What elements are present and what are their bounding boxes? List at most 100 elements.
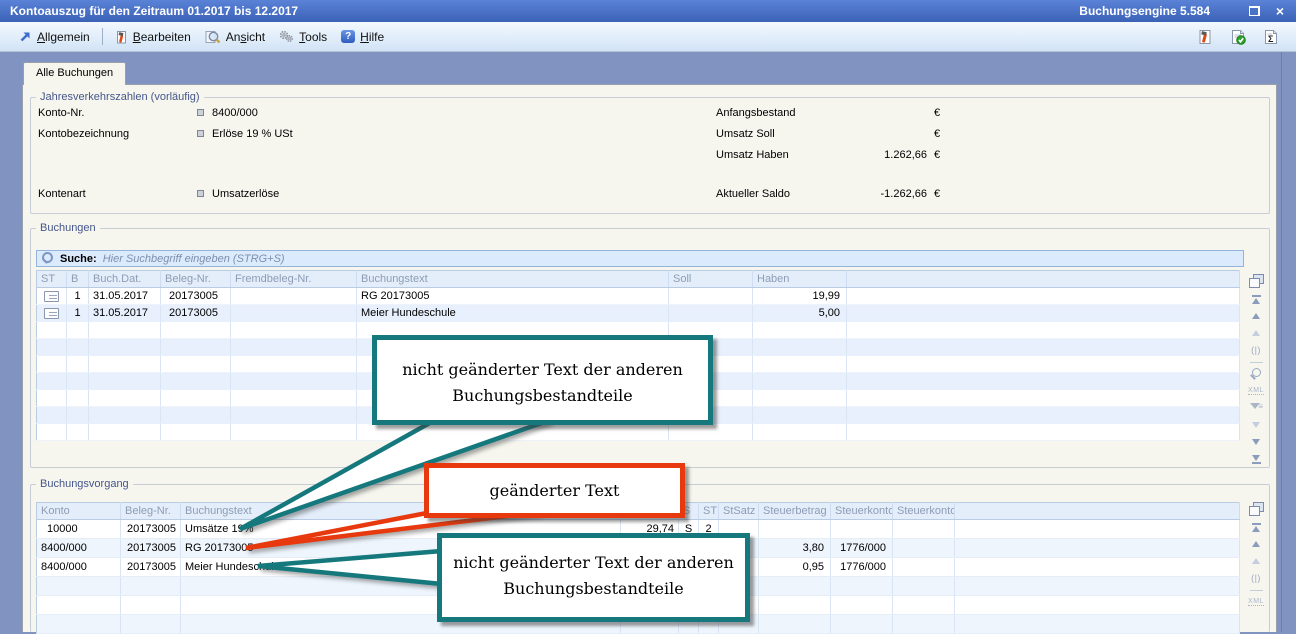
step-up-icon[interactable] [1247,555,1265,567]
move-up-icon[interactable] [1247,310,1265,322]
titlebar: Kontoauszug für den Zeitraum 01.2017 bis… [0,0,1296,22]
column-header-stsatz[interactable]: StSatz [719,503,759,520]
cell-konto: 8400/000 [37,558,121,577]
column-header-st[interactable]: ST [37,271,67,288]
column-header-belegnr[interactable]: Beleg-Nr. [161,271,231,288]
cell-steuerbetrag: 0,95 [759,558,831,577]
copy-columns-icon[interactable] [1249,502,1264,516]
restore-button[interactable] [1246,4,1262,19]
move-up-icon[interactable] [1247,538,1265,550]
currency-symbol: € [934,107,940,119]
menu-separator [102,28,103,45]
cell-belegnr: 20173005 [161,288,231,305]
document-tool-icon [115,30,128,44]
copy-columns-icon[interactable] [1249,274,1264,288]
column-header-steuerkonto2[interactable]: Steuerkonto 2 [893,503,955,520]
cell-buchdat: 31.05.2017 [89,305,161,322]
cell-haben: 19,99 [753,288,847,305]
cell-steuerkonto2 [893,539,955,558]
column-header-buchdat[interactable]: Buch.Dat. [89,271,161,288]
magnifier-document-icon [205,30,221,44]
column-header-haben[interactable]: Haben [753,271,847,288]
cell-b: 1 [67,288,89,305]
menu-tools[interactable]: Tools [272,27,334,47]
cell-steuerkonto2 [893,520,955,539]
toolbar-separator [1250,590,1263,591]
xml-icon[interactable] [1247,596,1265,608]
cell-st[interactable] [37,288,67,305]
cell-belegnr: 20173005 [161,305,231,322]
field-label: Umsatz Soll [716,128,775,140]
cell-steuerbetrag [759,520,831,539]
close-button[interactable]: × [1272,4,1288,19]
currency-symbol: € [934,149,940,161]
column-header-steuerbetrag[interactable]: Steuerbetrag [759,503,831,520]
field-value: Erlöse 19 % USt [212,128,293,140]
menubar: Allgemein Bearbeiten Ansicht Tools Hilfe [0,22,1296,52]
document-sum-icon[interactable]: Σ [1263,29,1280,45]
column-header-buchungstext[interactable]: Buchungstext [357,271,669,288]
cell-buchungstext: RG 20173005 [357,288,669,305]
column-header-fremdbelegnr[interactable]: Fremdbeleg-Nr. [231,271,357,288]
field-label: Anfangsbestand [716,107,796,119]
search-input[interactable] [103,253,1243,265]
group-title: Buchungsvorgang [36,478,133,490]
callout-changed-text: geänderter Text [424,463,685,518]
scroll-top-icon[interactable] [1247,521,1265,533]
column-header-b[interactable]: B [67,271,89,288]
cell-fremdbelegnr [231,288,357,305]
cell-steuerkonto2 [893,558,955,577]
buchungsvorgang-toolbar [1246,500,1266,608]
cell-filler [955,558,1240,577]
step-down-icon[interactable] [1247,419,1265,431]
cell-filler [847,288,1240,305]
cell-belegnr: 20173005 [121,520,181,539]
cell-steuerbetrag: 3,80 [759,539,831,558]
callout-unchanged-text-bottom: nicht geänderter Text der anderen Buchun… [437,533,750,622]
group-title: Buchungen [36,222,100,234]
cell-fremdbelegnr [231,305,357,322]
zoom-icon[interactable] [1250,368,1262,380]
column-header-soll[interactable]: Soll [669,271,753,288]
scroll-bottom-icon[interactable] [1247,453,1265,465]
split-booking-icon [44,291,59,302]
table-row[interactable]: 1 31.05.2017 20173005 Meier Hundeschule … [37,305,1240,322]
split-booking-icon [44,308,59,319]
step-up-icon[interactable] [1247,327,1265,339]
scroll-top-icon[interactable] [1247,293,1265,305]
window-border [1281,52,1282,632]
menu-bearbeiten[interactable]: Bearbeiten [108,27,198,47]
column-header-belegnr[interactable]: Beleg-Nr. [121,503,181,520]
column-header-filler [955,503,1240,520]
svg-text:Σ: Σ [1268,34,1274,44]
cell-st[interactable] [37,305,67,322]
menu-ansicht[interactable]: Ansicht [198,27,272,47]
column-header-konto[interactable]: Konto [37,503,121,520]
move-down-icon[interactable] [1247,436,1265,448]
xml-icon[interactable] [1247,385,1265,397]
column-header-st[interactable]: ST [699,503,719,520]
document-check-icon[interactable] [1230,29,1247,45]
field-label: Kontenart [38,188,86,200]
field-value: -1.262,66 [830,188,927,200]
restore-icon [1249,6,1260,16]
table-row[interactable]: 1 31.05.2017 20173005 RG 20173005 19,99 [37,288,1240,305]
filter-icon[interactable] [1249,402,1263,414]
tab-alle-buchungen[interactable]: Alle Buchungen [23,62,126,85]
document-tool-icon[interactable] [1197,29,1214,45]
menu-hilfe[interactable]: Hilfe [334,27,391,47]
column-header-filler [847,271,1240,288]
currency-symbol: € [934,128,940,140]
help-icon [341,30,355,43]
brackets-icon[interactable] [1247,572,1265,584]
cell-soll [669,288,753,305]
currency-symbol: € [934,188,940,200]
menu-allgemein[interactable]: Allgemein [12,27,97,47]
cell-buchdat: 31.05.2017 [89,288,161,305]
table-row-empty[interactable] [37,424,1240,441]
brackets-icon[interactable] [1247,344,1265,356]
column-header-steuerkonto1[interactable]: Steuerkonto 1 [831,503,893,520]
search-icon [41,252,54,265]
cell-filler [955,520,1240,539]
field-label: Aktueller Saldo [716,188,790,200]
